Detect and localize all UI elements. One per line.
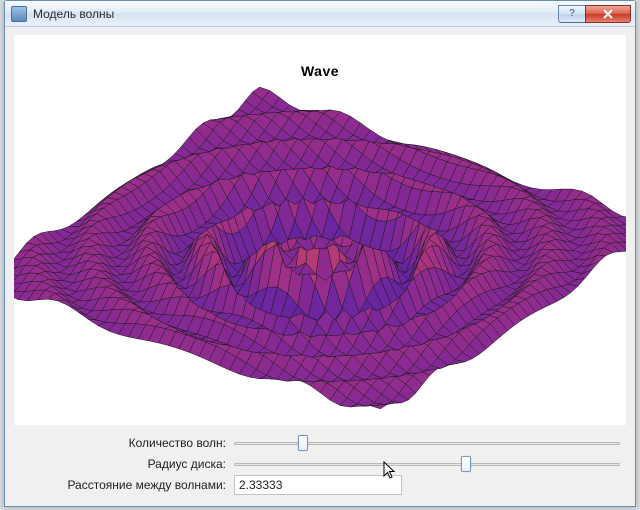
window-buttons: ? (558, 5, 631, 23)
help-button[interactable]: ? (558, 5, 586, 23)
window-title: Модель волны (33, 7, 558, 21)
wave-spacing-row: Расстояние между волнами: 2.33333 (14, 474, 620, 495)
close-icon (602, 9, 614, 19)
titlebar[interactable]: Модель волны ? (5, 1, 635, 27)
plot-title: Wave (301, 63, 339, 79)
help-icon: ? (569, 8, 575, 19)
close-button[interactable] (585, 5, 631, 23)
disc-radius-row: Радиус диска: (14, 454, 620, 475)
disc-radius-thumb[interactable] (461, 456, 471, 472)
app-window: Модель волны ? Wave Количество волн: (4, 0, 636, 507)
wave-count-slider[interactable] (234, 434, 620, 452)
plot-viewport[interactable]: Wave (14, 35, 626, 425)
wave-count-thumb[interactable] (298, 435, 308, 451)
controls-panel: Количество волн: Радиус диска: Расстояни… (14, 431, 626, 497)
disc-radius-slider[interactable] (234, 455, 620, 473)
slider-track-line (234, 463, 620, 466)
slider-track-line (234, 442, 620, 445)
wave-surface-plot (14, 35, 626, 425)
disc-radius-label: Радиус диска: (14, 457, 234, 471)
wave-spacing-value[interactable]: 2.33333 (234, 475, 402, 495)
wave-count-row: Количество волн: (14, 433, 620, 454)
wave-spacing-label: Расстояние между волнами: (14, 478, 234, 492)
app-icon (11, 6, 27, 22)
client-area: Wave Количество волн: Радиус диска: Расс… (14, 35, 626, 497)
wave-count-label: Количество волн: (14, 436, 234, 450)
